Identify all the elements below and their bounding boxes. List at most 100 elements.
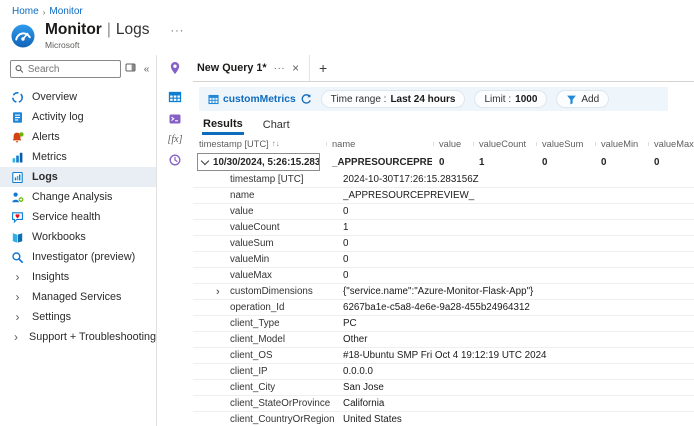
detail-row: client_IP0.0.0.0 (193, 364, 694, 380)
expand-chevron-icon[interactable]: › (216, 287, 230, 297)
sidebar-item-logs[interactable]: Logs (0, 167, 156, 187)
detail-row: name_APPRESOURCEPREVIEW_ (193, 188, 694, 204)
column-header-valuesum[interactable]: valueSum (535, 139, 594, 149)
search-input[interactable] (28, 64, 116, 75)
query-history-icon[interactable] (168, 153, 182, 167)
sort-icon[interactable]: ↑↓ (272, 139, 280, 148)
sidebar: « Overview Activity log (0, 55, 157, 426)
limit-label: Limit : (484, 94, 511, 105)
sidebar-item-overview[interactable]: Overview (0, 87, 156, 107)
detail-row: valueMin0 (193, 252, 694, 268)
collapse-sidebar-icon[interactable]: « (140, 64, 153, 75)
sidebar-item-alerts[interactable]: Alerts (0, 127, 156, 147)
result-row-valuemin: 0 (594, 157, 647, 168)
detail-row: client_StateOrProvinceCalifornia (193, 396, 694, 412)
time-range-pill[interactable]: Time range : Last 24 hours (321, 90, 466, 108)
result-row-valuesum: 0 (535, 157, 594, 168)
metrics-icon (11, 151, 24, 164)
sidebar-item-change-analysis[interactable]: Change Analysis (0, 187, 156, 207)
query-tab-label: New Query 1* (197, 62, 267, 74)
chevron-right-icon: › (11, 291, 24, 303)
service-health-icon (11, 211, 24, 224)
header-more-menu[interactable]: ··· (170, 25, 184, 37)
sidebar-nav: Overview Activity log Alerts (0, 87, 156, 347)
dock-icon[interactable] (124, 62, 137, 76)
activity-log-icon (11, 111, 24, 124)
sidebar-search-box[interactable] (10, 60, 121, 78)
queries-icon[interactable] (168, 112, 182, 126)
add-filter-label: Add (581, 94, 599, 105)
tab-chart[interactable]: Chart (262, 119, 291, 135)
collapse-row-chevron-icon[interactable] (201, 156, 209, 164)
result-row-valuecount: 1 (472, 157, 535, 168)
sidebar-item-settings[interactable]: › Settings (0, 307, 156, 327)
chevron-right-icon: › (11, 331, 21, 343)
tab-close-icon[interactable]: × (292, 61, 299, 75)
chevron-right-icon: › (11, 271, 24, 283)
sidebar-item-workbooks[interactable]: Workbooks (0, 227, 156, 247)
title-divider: | (107, 21, 111, 39)
detail-row: client_TypePC (193, 316, 694, 332)
column-header-valuemin[interactable]: valueMin (594, 139, 647, 149)
tab-new-query-1[interactable]: New Query 1* ··· × (193, 55, 310, 81)
breadcrumb: Home › Monitor (0, 0, 694, 17)
breadcrumb-home-link[interactable]: Home (12, 6, 39, 17)
detail-row: operation_Id6267ba1e-c5a8-4e6e-9a28-455b… (193, 300, 694, 316)
tables-icon[interactable] (168, 90, 182, 104)
page-title: Monitor (45, 21, 102, 39)
logs-icon (11, 171, 24, 184)
detail-row: valueMax0 (193, 268, 694, 284)
column-header-valuemax[interactable]: valueMax (647, 139, 694, 149)
functions-icon[interactable]: [fx] (168, 134, 183, 145)
detail-row: value0 (193, 204, 694, 220)
add-filter-pill[interactable]: Add (556, 90, 609, 108)
query-tab-bar: New Query 1* ··· × + (193, 55, 694, 82)
azure-monitor-logo-icon (9, 22, 37, 50)
chevron-right-icon: › (11, 311, 24, 323)
new-tab-button[interactable]: + (310, 55, 336, 81)
breadcrumb-monitor-link[interactable]: Monitor (49, 6, 82, 17)
publisher-label: Microsoft (45, 40, 184, 50)
page-header: Monitor | Logs ··· Microsoft (9, 21, 694, 50)
time-range-value: Last 24 hours (390, 94, 455, 105)
overview-icon (11, 91, 24, 104)
sidebar-item-managed-services[interactable]: › Managed Services (0, 287, 156, 307)
time-range-label: Time range : (331, 94, 387, 105)
detail-row: client_CitySan Jose (193, 380, 694, 396)
investigator-icon (11, 251, 24, 264)
detail-row: client_OS#18-Ubuntu SMP Fri Oct 4 19:12:… (193, 348, 694, 364)
sidebar-item-service-health[interactable]: Service health (0, 207, 156, 227)
source-table-name[interactable]: customMetrics (223, 94, 296, 105)
sidebar-item-activity-log[interactable]: Activity log (0, 107, 156, 127)
result-row-name: _APPRESOURCEPREVIE... (325, 157, 432, 168)
search-icon (15, 64, 24, 74)
tab-results[interactable]: Results (202, 118, 244, 135)
column-header-value[interactable]: value (432, 139, 472, 149)
alerts-icon (11, 131, 24, 144)
logs-tool-rail: [fx] (157, 55, 193, 426)
filter-icon (566, 94, 577, 105)
column-header-timestamp[interactable]: timestamp [UTC] ↑↓ (197, 139, 325, 149)
result-row-timestamp-cell[interactable]: 10/30/2024, 5:26:15.283 ... (197, 153, 320, 171)
refresh-icon[interactable] (300, 93, 312, 105)
page-section-title: Logs (116, 21, 150, 39)
sidebar-item-metrics[interactable]: Metrics (0, 147, 156, 167)
detail-row: client_CountryOrRegionUnited States (193, 412, 694, 426)
sidebar-item-insights[interactable]: › Insights (0, 267, 156, 287)
sidebar-item-investigator[interactable]: Investigator (preview) (0, 247, 156, 267)
detail-row-custom-dimensions: › customDimensions {"service.name":"Azur… (193, 284, 694, 300)
column-header-name[interactable]: name (325, 139, 432, 149)
source-table-control[interactable]: customMetrics (208, 93, 312, 105)
change-analysis-icon (11, 191, 24, 204)
column-header-valuecount[interactable]: valueCount (472, 139, 535, 149)
breadcrumb-separator-icon: › (43, 8, 46, 17)
result-row[interactable]: 10/30/2024, 5:26:15.283 ... _APPRESOURCE… (193, 152, 694, 172)
detail-row: valueSum0 (193, 236, 694, 252)
pin-icon[interactable] (168, 61, 182, 75)
sidebar-item-support-troubleshooting[interactable]: › Support + Troubleshooting (0, 327, 156, 347)
tab-more-menu-icon[interactable]: ··· (274, 63, 286, 74)
table-icon (208, 94, 219, 105)
limit-pill[interactable]: Limit : 1000 (474, 90, 547, 108)
detail-row: valueCount1 (193, 220, 694, 236)
query-toolbar: customMetrics Time range : Last 24 hours… (199, 87, 668, 111)
